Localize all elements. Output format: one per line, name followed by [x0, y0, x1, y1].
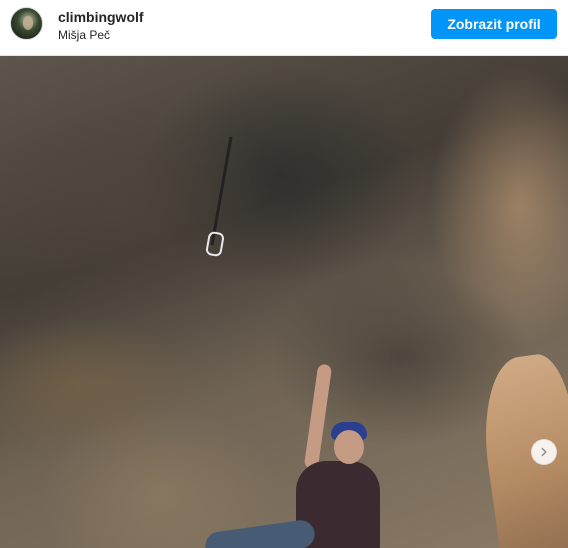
climber-arm: [303, 363, 333, 470]
quickdraw-clip: [205, 230, 225, 258]
post-image: [0, 56, 568, 548]
instagram-embed: climbingwolf Mišja Peč Zobrazit profil: [0, 0, 568, 548]
climber-legs: [203, 518, 317, 548]
location-link[interactable]: Mišja Peč: [58, 28, 110, 42]
username-link[interactable]: climbingwolf: [58, 9, 144, 25]
quickdraw-rope: [210, 136, 233, 246]
next-slide-button[interactable]: [531, 439, 557, 465]
climber-head: [334, 430, 364, 464]
avatar-icon[interactable]: [10, 7, 43, 40]
post-header: climbingwolf Mišja Peč Zobrazit profil: [0, 0, 568, 56]
chevron-right-icon: [541, 447, 547, 457]
view-profile-button[interactable]: Zobrazit profil: [431, 9, 557, 39]
